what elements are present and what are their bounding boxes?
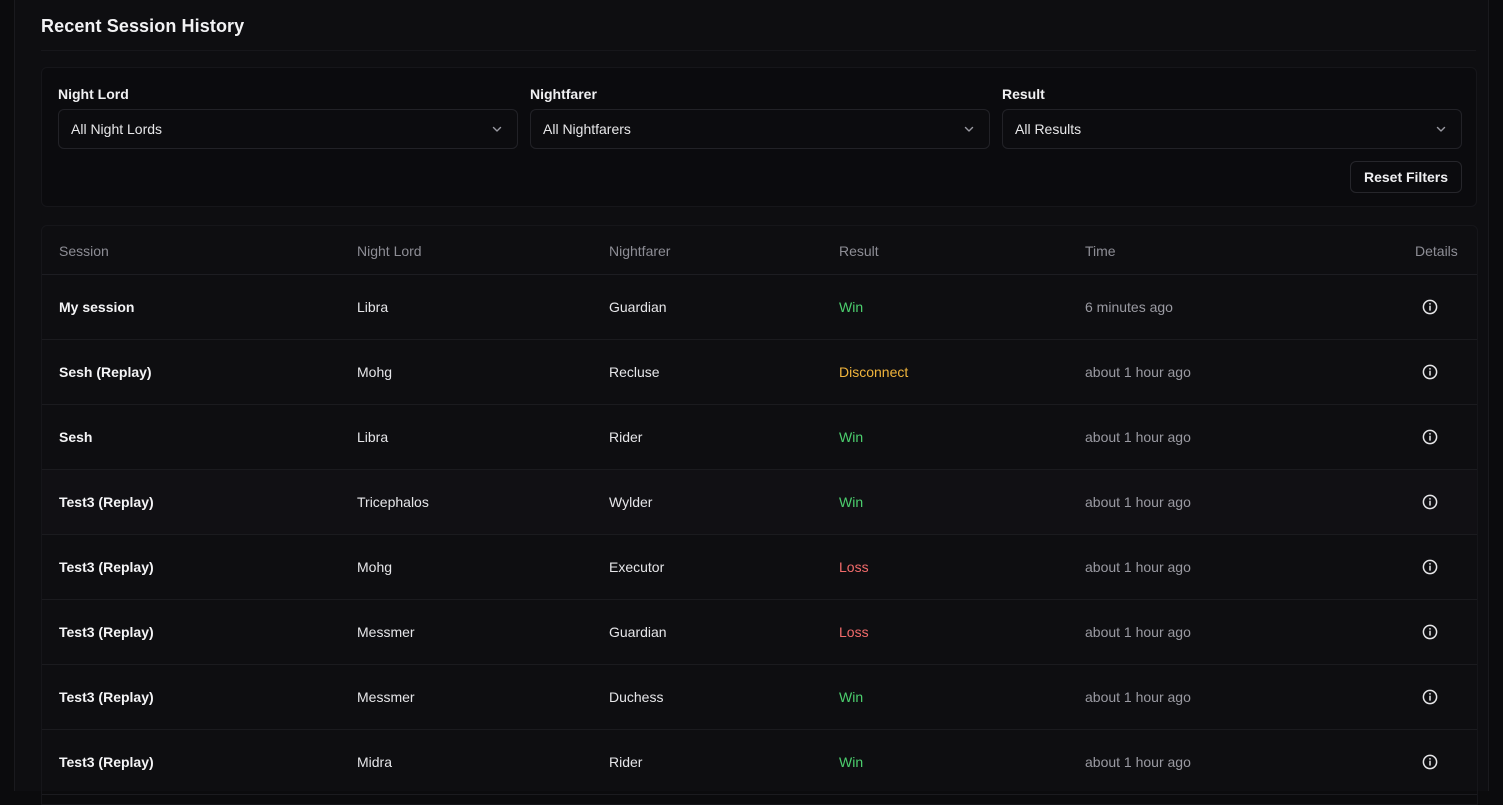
result-filter-label: Result xyxy=(1002,86,1045,102)
night-lord-filter-label: Night Lord xyxy=(58,86,129,102)
night-lord-cell: Mohg xyxy=(357,364,393,380)
nightfarer-filter: Nightfarer All Nightfarers xyxy=(530,86,990,149)
night-lord-cell: Messmer xyxy=(357,689,415,705)
column-header-night-lord[interactable]: Night Lord xyxy=(357,243,422,259)
result-select[interactable]: All Results xyxy=(1002,109,1462,149)
time-cell: about 1 hour ago xyxy=(1085,494,1191,510)
details-button[interactable] xyxy=(1421,753,1439,771)
time-cell: about 1 hour ago xyxy=(1085,754,1191,770)
session-table: Session Night Lord Nightfarer Result Tim… xyxy=(41,225,1478,805)
night-lord-cell: Midra xyxy=(357,754,393,770)
page-frame: Recent Session History Night Lord All Ni… xyxy=(14,0,1489,805)
table-row[interactable]: Test3 (Replay) Midra Rider Win about 1 hour … xyxy=(42,730,1477,795)
result-cell: Win xyxy=(839,299,864,315)
session-name: Test3 (Replay) xyxy=(59,689,154,705)
nightfarer-filter-label: Nightfarer xyxy=(530,86,597,102)
session-name: Test3 (Replay) xyxy=(59,559,154,575)
nightfarer-cell: Guardian xyxy=(609,624,667,640)
details-button[interactable] xyxy=(1421,493,1439,511)
info-icon xyxy=(1422,494,1438,510)
table-row[interactable]: Test3 (Replay) Messmer Duchess Win about 1 h… xyxy=(42,665,1477,730)
result-filter: Result All Results xyxy=(1002,86,1462,149)
result-cell: Loss xyxy=(839,624,869,640)
time-cell: about 1 hour ago xyxy=(1085,364,1191,380)
info-icon xyxy=(1422,689,1438,705)
info-icon xyxy=(1422,624,1438,640)
column-header-result[interactable]: Result xyxy=(839,243,879,259)
night-lord-select-value: All Night Lords xyxy=(71,121,163,137)
time-cell: about 1 hour ago xyxy=(1085,689,1191,705)
table-row[interactable]: Test3 (Replay) Messmer Guardian Loss about 1… xyxy=(42,600,1477,665)
result-select-value: All Results xyxy=(1015,121,1082,137)
time-cell: 6 minutes ago xyxy=(1085,299,1173,315)
session-name: Test3 (Replay) xyxy=(59,624,154,640)
column-header-nightfarer[interactable]: Nightfarer xyxy=(609,243,670,259)
session-name: My session xyxy=(59,299,135,315)
info-icon xyxy=(1422,364,1438,380)
info-icon xyxy=(1422,754,1438,770)
nightfarer-cell: Rider xyxy=(609,429,643,445)
table-row[interactable]: Test3 (Replay) Mohg Executor Loss about 1 ho… xyxy=(42,535,1477,600)
nightfarer-cell: Wylder xyxy=(609,494,653,510)
time-cell: about 1 hour ago xyxy=(1085,429,1191,445)
session-name: Test3 (Replay) xyxy=(59,494,154,510)
chevron-down-icon xyxy=(964,126,974,132)
info-icon xyxy=(1422,559,1438,575)
session-name: Sesh (Replay) xyxy=(59,364,152,380)
nightfarer-cell: Executor xyxy=(609,559,665,575)
nightfarer-cell: Guardian xyxy=(609,299,667,315)
chevron-down-icon xyxy=(492,126,502,132)
result-cell: Win xyxy=(839,429,864,445)
filter-panel: Night Lord All Night Lords Nightfarer Al… xyxy=(41,67,1477,207)
column-header-details: Details xyxy=(1415,243,1458,259)
time-cell: about 1 hour ago xyxy=(1085,624,1191,640)
night-lord-cell: Tricephalos xyxy=(357,494,429,510)
details-button[interactable] xyxy=(1421,298,1439,316)
night-lord-cell: Mohg xyxy=(357,559,393,575)
session-name: Test3 (Replay) xyxy=(59,754,154,770)
night-lord-cell: Libra xyxy=(357,299,389,315)
result-cell: Loss xyxy=(839,559,869,575)
nightfarer-cell: Recluse xyxy=(609,364,660,380)
details-button[interactable] xyxy=(1421,688,1439,706)
result-cell: Disconnect xyxy=(839,364,909,380)
details-button[interactable] xyxy=(1421,428,1439,446)
table-row[interactable]: My session Libra Guardian Win 6 minutes ago xyxy=(42,275,1477,340)
table-row[interactable]: Sesh (Replay) Mohg Recluse Disconnect about … xyxy=(42,340,1477,405)
night-lord-cell: Libra xyxy=(357,429,389,445)
result-cell: Win xyxy=(839,494,864,510)
title-divider xyxy=(41,50,1476,51)
nightfarer-cell: Duchess xyxy=(609,689,664,705)
details-button[interactable] xyxy=(1421,623,1439,641)
info-icon xyxy=(1422,299,1438,315)
details-button[interactable] xyxy=(1421,558,1439,576)
night-lord-filter: Night Lord All Night Lords xyxy=(58,86,518,149)
column-header-time[interactable]: Time xyxy=(1085,243,1116,259)
night-lord-cell: Messmer xyxy=(357,624,415,640)
table-header: Session Night Lord Nightfarer Result Tim… xyxy=(42,226,1477,275)
night-lord-select[interactable]: All Night Lords xyxy=(58,109,518,149)
result-cell: Win xyxy=(839,689,864,705)
column-header-session[interactable]: Session xyxy=(59,243,109,259)
nightfarer-select-value: All Nightfarers xyxy=(543,121,631,137)
table-body: My session Libra Guardian Win 6 minutes ago S… xyxy=(42,275,1477,795)
nightfarer-cell: Rider xyxy=(609,754,643,770)
nightfarer-select[interactable]: All Nightfarers xyxy=(530,109,990,149)
details-button[interactable] xyxy=(1421,363,1439,381)
result-cell: Win xyxy=(839,754,864,770)
chevron-down-icon xyxy=(1436,126,1446,132)
reset-filters-button[interactable]: Reset Filters xyxy=(1350,161,1462,193)
time-cell: about 1 hour ago xyxy=(1085,559,1191,575)
table-row[interactable]: Test3 (Replay) Tricephalos Wylder Win about … xyxy=(42,470,1477,535)
table-row[interactable]: Sesh Libra Rider Win about 1 hour ago xyxy=(42,405,1477,470)
page-title: Recent Session History xyxy=(41,16,245,36)
session-name: Sesh xyxy=(59,429,93,445)
info-icon xyxy=(1422,429,1438,445)
